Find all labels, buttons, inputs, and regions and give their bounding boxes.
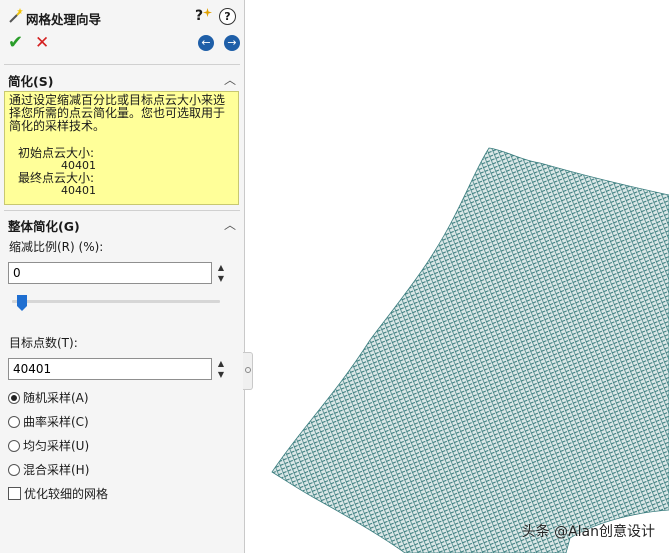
sparkle-icon [203,8,212,17]
magic-wand-icon [9,8,23,23]
panel-header: 网格处理向导 ? ? [8,8,236,27]
reduction-label: 缩减比例(R) (%): [9,240,104,254]
chevron-up-icon[interactable]: ︿ [224,216,236,233]
uniform-sampling-option[interactable]: 均匀采样(U) [8,437,89,455]
slider-thumb-icon[interactable] [17,295,27,311]
watermark-text: 头条 @Alan创意设计 [521,524,655,540]
reduction-slider[interactable] [12,300,220,303]
random-sampling-option[interactable]: 随机采样(A) [8,389,89,407]
radio-button[interactable] [8,463,20,476]
decrement-icon[interactable]: ▼ [215,369,227,380]
increment-icon[interactable]: ▲ [215,262,227,273]
overall-section-header[interactable]: 整体简化(G) ︿ [8,216,236,234]
final-size-value: 40401 [61,184,96,197]
target-input[interactable] [8,358,212,380]
final-size-label: 最终点云大小: [18,171,95,185]
refine-mesh-option[interactable]: 优化较细的网格 [8,485,108,503]
chevron-up-icon[interactable]: ︿ [224,71,236,88]
hybrid-sampling-option[interactable]: 混合采样(H) [8,461,89,479]
mesh-shading [272,148,669,553]
info-note: 通过设定缩减百分比或目标点云大小来选择您所需的点云简化量。您也可选取用于简化的采… [4,91,239,205]
simplify-section-header[interactable]: 简化(S) ︿ [8,71,236,89]
target-label: 目标点数(T): [9,336,78,350]
panel-title: 网格处理向导 [26,12,102,27]
radio-button[interactable] [8,391,20,404]
section-title: 整体简化(G) [8,219,80,234]
cancel-button[interactable]: ✕ [35,34,49,52]
initial-size-label: 初始点云大小: [18,146,95,160]
section-title: 简化(S) [8,74,54,89]
divider [4,64,240,65]
target-stepper[interactable]: ▲ ▼ [215,358,227,380]
next-button[interactable]: → [224,35,240,51]
decrement-icon[interactable]: ▼ [215,273,227,284]
action-bar: ✔ ✕ ← → [8,34,240,54]
back-button[interactable]: ← [198,35,214,51]
checkbox[interactable] [8,487,21,500]
property-manager-panel: 网格处理向导 ? ? ✔ ✕ ← → 简化(S) ︿ 通过设定缩减百分比或目标点… [0,0,245,553]
reduction-input[interactable] [8,262,212,284]
radio-button[interactable] [8,439,20,452]
radio-button[interactable] [8,415,20,428]
description-text: 通过设定缩减百分比或目标点云大小来选择您所需的点云简化量。您也可选取用于简化的采… [9,93,226,133]
help-button[interactable]: ? [219,8,236,25]
ok-button[interactable]: ✔ [8,34,23,52]
curvature-sampling-option[interactable]: 曲率采样(C) [8,413,89,431]
graphics-viewport[interactable] [246,0,669,553]
increment-icon[interactable]: ▲ [215,358,227,369]
reduction-stepper[interactable]: ▲ ▼ [215,262,227,284]
help-icon[interactable]: ? [194,8,212,26]
divider [4,210,240,211]
